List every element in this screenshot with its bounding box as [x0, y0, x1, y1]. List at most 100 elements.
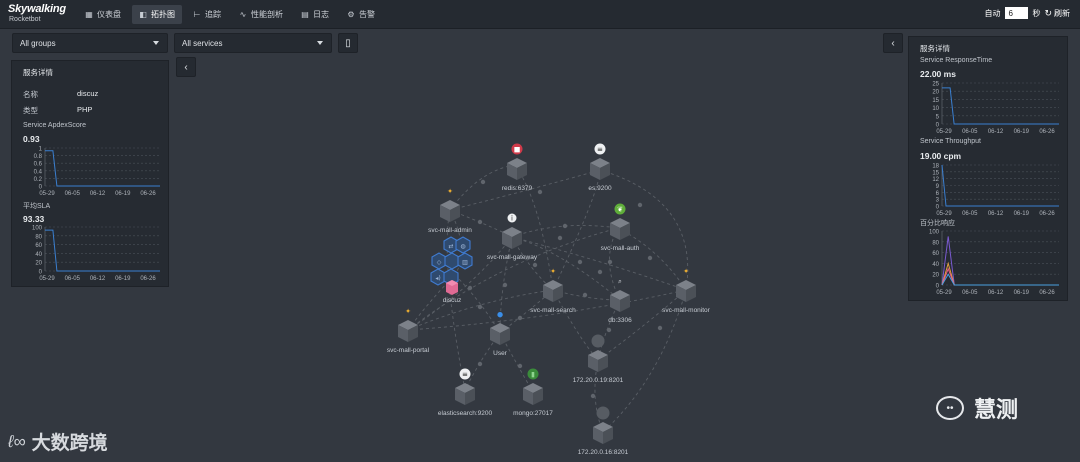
x-tick-label: 06-12 [90, 276, 106, 281]
node-search[interactable]: ✦ svc-mall-search [530, 268, 576, 315]
node-monitor[interactable]: ✦ svc-mall-monitor [662, 268, 711, 315]
y-tick-label: 0.4 [34, 169, 43, 175]
y-tick-label: 40 [932, 262, 939, 268]
node-redis[interactable]: ■ redis:6379 [502, 143, 533, 193]
y-tick-label: 60 [932, 251, 939, 257]
x-tick-label: 05-29 [936, 129, 952, 134]
node-user[interactable]: ● User [490, 311, 510, 358]
svg-text:⇄: ⇄ [448, 243, 453, 250]
x-tick-label: 06-19 [1014, 290, 1030, 295]
x-tick-label: 06-19 [1014, 129, 1030, 134]
gear-icon-glyph: ✦ [683, 268, 689, 276]
node-auth[interactable]: ❦ svc-mall-auth [601, 203, 640, 253]
series-line [45, 150, 160, 187]
y-tick-label: 0 [936, 205, 940, 211]
y-tick-label: 18 [932, 164, 939, 170]
node-label-db: db:3306 [608, 317, 632, 324]
gear-icon-glyph: ✦ [405, 308, 411, 316]
node-admin[interactable]: ✦ svc-mall-admin [428, 188, 472, 235]
node-db[interactable]: ⌕ db:3306 [608, 278, 632, 325]
left-panel-title: 服务详情 [23, 68, 53, 77]
y-tick-label: 1 [39, 147, 43, 153]
node-portal[interactable]: ✦ svc-mall-portal [387, 308, 430, 355]
apdex-chart: 10.8 0.60.4 0.2 005-29 06-05 06-12 06-19 06-26 [34, 147, 160, 196]
redis-icon-glyph: ■ [514, 146, 521, 154]
y-tick-label: 10 [932, 106, 939, 112]
x-tick-label: 06-19 [115, 276, 131, 281]
watermark-left-logo-icon: ℓ∞ [8, 431, 26, 451]
user-icon-glyph: ● [497, 311, 503, 319]
thr-label: Service Throughput [920, 138, 981, 145]
x-tick-label: 06-05 [962, 290, 978, 295]
y-tick-label: 20 [932, 90, 939, 96]
svg-text:◇: ◇ [437, 259, 442, 266]
y-tick-label: 0.2 [34, 177, 43, 183]
node-mongo[interactable]: ▮ mongo:27017 [513, 368, 553, 418]
node-label-user: User [493, 350, 508, 357]
y-tick-label: 100 [32, 226, 43, 232]
node-label-ip19: 172.20.0.19:8201 [573, 377, 624, 384]
x-tick-label: 06-26 [1039, 129, 1055, 134]
type-value: PHP [77, 105, 93, 114]
y-tick-label: 5 [936, 114, 940, 120]
y-tick-label: 6 [936, 191, 940, 197]
series-line [942, 87, 1059, 125]
resp-label: Service ResponseTime [920, 57, 993, 64]
resp-value: 22.00 ms [920, 69, 956, 79]
y-tick-label: 15 [932, 98, 939, 104]
y-tick-label: 0 [39, 270, 43, 276]
watermark-right-text: 慧测 [974, 397, 1019, 422]
x-tick-label: 06-12 [988, 211, 1004, 216]
svg-text:▥: ▥ [462, 259, 468, 266]
y-tick-label: 80 [35, 234, 42, 240]
ghost-icon [591, 334, 605, 348]
y-tick-label: 40 [35, 252, 42, 258]
x-tick-label: 05-29 [936, 211, 952, 216]
x-tick-label: 05-29 [936, 290, 952, 295]
type-label: 类型 [23, 106, 38, 115]
series-line [941, 236, 1059, 286]
x-tick-label: 06-12 [988, 290, 1004, 295]
es-icon-glyph: ≡ [597, 146, 603, 154]
watermark-right: •• 慧测 [936, 392, 1018, 424]
node-label-auth: svc-mall-auth [601, 245, 640, 252]
node-ip19[interactable]: 172.20.0.19:8201 [573, 334, 624, 385]
node-es[interactable]: ≡ es:9200 [588, 143, 612, 193]
wechat-icon: •• [936, 396, 964, 420]
x-tick-label: 06-26 [140, 191, 156, 196]
apdex-label: Service ApdexScore [23, 122, 87, 129]
x-tick-label: 06-12 [988, 129, 1004, 134]
name-value: discuz [77, 89, 99, 98]
series-line [45, 229, 160, 272]
svg-text:◍: ◍ [460, 243, 465, 250]
y-tick-label: 25 [932, 82, 939, 88]
node-ip16[interactable]: 172.20.0.16:8201 [578, 406, 629, 457]
x-tick-label: 06-19 [115, 191, 131, 196]
series-line [941, 267, 1059, 286]
node-elastic[interactable]: ≡ elasticsearch:9200 [438, 368, 493, 418]
x-tick-label: 06-26 [1039, 211, 1055, 216]
y-tick-label: 0 [39, 185, 43, 191]
topology-edge-dots [467, 179, 663, 399]
y-tick-label: 0 [936, 123, 940, 129]
x-tick-label: 06-19 [1014, 211, 1030, 216]
x-tick-label: 06-05 [65, 191, 81, 196]
x-tick-label: 06-05 [962, 211, 978, 216]
gear-icon-glyph: ✦ [550, 268, 556, 276]
y-tick-label: 0.6 [34, 162, 43, 168]
x-tick-label: 06-26 [1039, 290, 1055, 295]
name-label: 名称 [23, 90, 38, 99]
y-tick-label: 9 [936, 184, 940, 190]
node-label-elastic: elasticsearch:9200 [438, 410, 493, 417]
watermark-left: ℓ∞ 大数跨境 [8, 428, 108, 455]
y-tick-label: 80 [932, 240, 939, 246]
x-tick-label: 05-29 [39, 276, 55, 281]
topology-nodes: ■ redis:6379 ≡ es:9200 ✦ svc-mall-admin i svc-m… [387, 143, 711, 457]
info-icon-glyph: i [511, 215, 513, 223]
node-label-portal: svc-mall-portal [387, 347, 430, 354]
y-tick-label: 3 [936, 198, 940, 204]
left-service-panel: 服务详情 名称 discuz 类型 PHP Service ApdexScore… [11, 60, 169, 287]
node-label-ip16: 172.20.0.16:8201 [578, 449, 629, 456]
node-label-redis: redis:6379 [502, 185, 533, 192]
node-gateway[interactable]: i svc-mall-gateway [487, 213, 538, 262]
